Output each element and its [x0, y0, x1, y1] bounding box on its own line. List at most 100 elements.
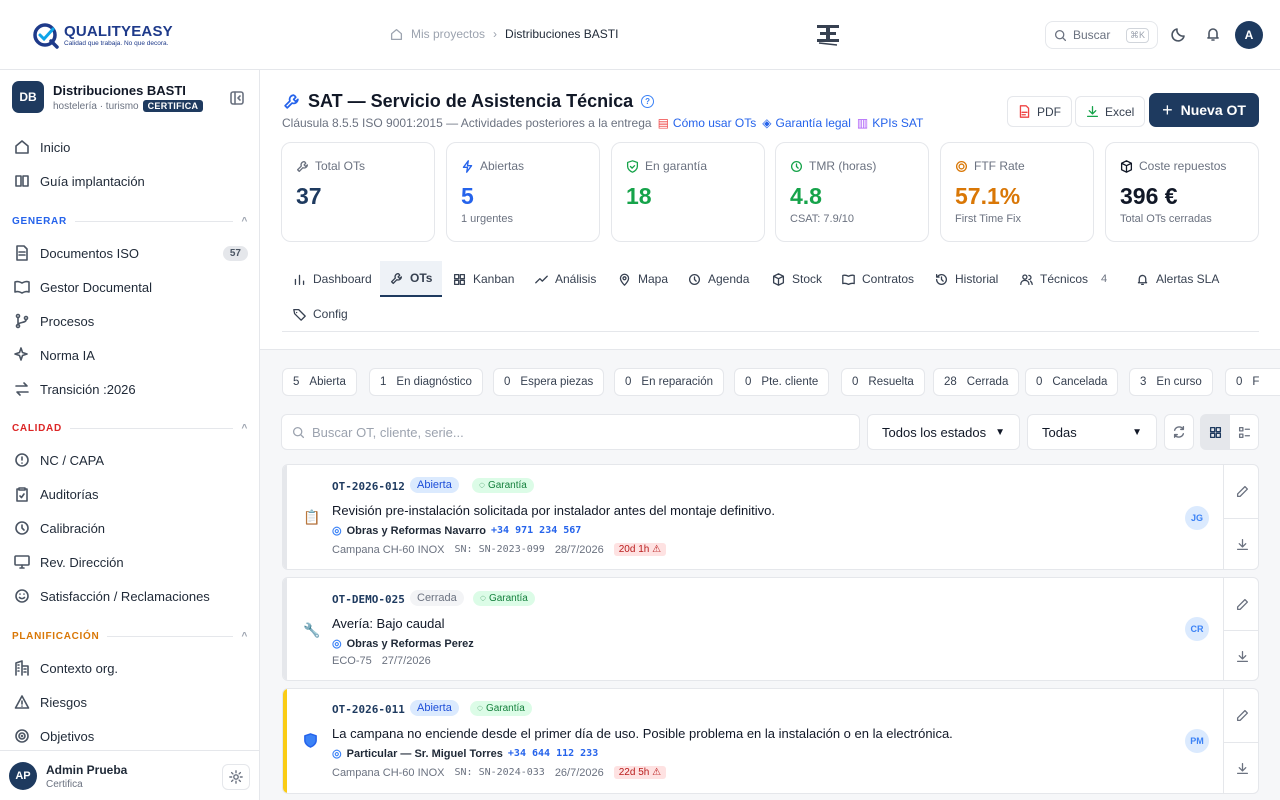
collapse-sidebar-icon[interactable]	[229, 90, 245, 106]
card-view-button[interactable]	[1200, 414, 1230, 450]
status-filter-select[interactable]: Todos los estados ▼	[867, 414, 1020, 450]
smile-icon	[15, 589, 29, 603]
sidebar-item-riesgos[interactable]: Riesgos	[12, 687, 248, 717]
breadcrumb: Mis proyectos › Distribuciones BASTI	[390, 27, 618, 41]
export-excel-button[interactable]: Excel	[1075, 96, 1146, 127]
sidebar-item-gestor[interactable]: Gestor Documental	[12, 272, 248, 302]
edit-button[interactable]	[1223, 465, 1258, 518]
status-chip-diagnostico[interactable]: 1 En diagnóstico	[369, 368, 483, 396]
section-calidad[interactable]: CALIDAD ^	[12, 423, 248, 434]
sidebar-item-guia[interactable]: Guía implantación	[12, 166, 248, 196]
sidebar-item-rev-direccion[interactable]: Rev. Dirección	[12, 547, 248, 577]
sidebar-item-contexto[interactable]: Contexto org.	[12, 653, 248, 683]
order-code[interactable]: OT-DEMO-025	[332, 593, 405, 606]
status-chip-resuelta[interactable]: 0 Resuelta	[841, 368, 925, 396]
download-button[interactable]	[1223, 518, 1258, 569]
client-phone[interactable]: +34 971 234 567	[491, 525, 581, 536]
sidebar-item-calibracion[interactable]: Calibración	[12, 513, 248, 543]
tab-kanban[interactable]: Kanban	[453, 261, 514, 297]
sidebar-item-inicio[interactable]: Inicio	[12, 132, 248, 162]
product: Campana CH-60 INOX	[332, 766, 445, 779]
org-switcher[interactable]: DB Distribuciones BASTI hostelería · tur…	[12, 81, 248, 117]
user-avatar[interactable]: AP	[9, 762, 37, 790]
page-title-text: SAT — Servicio de Asistencia Técnica	[308, 91, 634, 111]
sidebar-item-documentos[interactable]: Documentos ISO 57	[12, 238, 248, 268]
status-chip-more[interactable]: 0F	[1225, 368, 1280, 396]
order-card[interactable]: OT-2026-011 Abierta ◌ Garantía La campana…	[282, 688, 1259, 794]
status-chip-cancelada[interactable]: 0 Cancelada	[1025, 368, 1119, 396]
status-chip-cerrada[interactable]: 28 Cerrada	[933, 368, 1020, 396]
tab-tecnicos[interactable]: Técnicos 4	[1020, 261, 1107, 297]
kpi-link[interactable]: ▥ KPIs SAT	[857, 116, 923, 130]
sidebar-item-objetivos[interactable]: Objetivos	[12, 721, 248, 751]
moon-icon[interactable]	[1171, 26, 1187, 42]
tab-config[interactable]: Config	[293, 296, 348, 332]
new-order-button[interactable]: + Nueva OT	[1149, 93, 1259, 127]
tab-historial[interactable]: Historial	[935, 261, 998, 297]
bell-icon[interactable]	[1205, 26, 1221, 42]
tab-agenda[interactable]: Agenda	[688, 261, 749, 297]
building-icon	[15, 660, 29, 676]
tab-alertas-sla[interactable]: Alertas SLA	[1136, 261, 1219, 297]
download-button[interactable]	[1223, 630, 1258, 680]
tab-ots[interactable]: OTs	[380, 261, 443, 297]
sidebar-item-procesos[interactable]: Procesos	[12, 306, 248, 336]
type-filter-select[interactable]: Todas ▼	[1027, 414, 1157, 450]
page-header: SAT — Servicio de Asistencia Técnica ? C…	[260, 70, 1280, 350]
sidebar: DB Distribuciones BASTI hostelería · tur…	[0, 70, 260, 800]
sla-badge: 20d 1h ⚠	[613, 543, 667, 556]
status-chip-pte-cliente[interactable]: 0 Pte. cliente	[734, 368, 830, 396]
sidebar-item-auditorias[interactable]: Auditorías	[12, 479, 248, 509]
export-pdf-button[interactable]: PDF	[1007, 96, 1072, 127]
sidebar-item-label: Objetivos	[40, 728, 95, 744]
section-planificacion[interactable]: PLANIFICACIÓN ^	[12, 631, 248, 642]
help-icon[interactable]: ?	[641, 95, 655, 108]
lightning-icon	[462, 159, 473, 173]
order-code[interactable]: OT-2026-012	[332, 480, 405, 493]
sidebar-item-label: Documentos ISO	[40, 245, 139, 261]
edit-button[interactable]	[1223, 578, 1258, 630]
list-view-button[interactable]	[1229, 414, 1259, 450]
sidebar-item-transicion[interactable]: Transición :2026	[12, 374, 248, 404]
chip-label: Abierta	[309, 376, 346, 388]
status-chip-espera[interactable]: 0 Espera piezas	[493, 368, 605, 396]
legal-warranty-link[interactable]: ◈ Garantía legal	[762, 116, 851, 130]
status-chip-en-curso[interactable]: 3 En curso	[1129, 368, 1213, 396]
status-badge: Abierta	[410, 477, 459, 493]
section-generar[interactable]: GENERAR ^	[12, 216, 248, 227]
order-search-input[interactable]: Buscar OT, cliente, serie...	[281, 414, 860, 450]
technician-avatar[interactable]: JG	[1185, 506, 1209, 530]
tab-dashboard[interactable]: Dashboard	[293, 261, 372, 297]
status-chip-abierta[interactable]: 5 Abierta	[282, 368, 357, 396]
global-search-button[interactable]: Buscar ⌘K	[1045, 21, 1158, 49]
tab-analisis[interactable]: Análisis	[535, 261, 596, 297]
sidebar-item-satisfaccion[interactable]: Satisfacción / Reclamaciones	[12, 581, 248, 611]
warranty-label: Garantía	[487, 480, 527, 491]
client-phone[interactable]: +34 644 112 233	[508, 748, 598, 759]
tab-mapa[interactable]: Mapa	[618, 261, 668, 297]
tab-stock[interactable]: Stock	[772, 261, 822, 297]
shield-icon: ◈	[762, 116, 772, 130]
user-avatar[interactable]: A	[1235, 21, 1263, 49]
edit-button[interactable]	[1223, 689, 1258, 742]
how-to-use-link[interactable]: ▤ Cómo usar OTs	[658, 116, 757, 130]
sidebar-item-norma-ia[interactable]: Norma IA	[12, 340, 248, 370]
technician-avatar[interactable]: PM	[1185, 729, 1209, 753]
breadcrumb-root[interactable]: Mis proyectos	[411, 27, 485, 41]
document-count-badge: 57	[222, 245, 248, 261]
tab-contratos[interactable]: Contratos	[842, 261, 914, 297]
brand-logo[interactable]: QUALITYEASY Calidad que trabaja. No que …	[32, 22, 173, 50]
technician-avatar[interactable]: CR	[1185, 617, 1209, 641]
list-icon	[1238, 426, 1250, 438]
settings-button[interactable]	[222, 764, 250, 790]
chevron-up-icon: ^	[241, 631, 248, 642]
status-chip-reparacion[interactable]: 0 En reparación	[614, 368, 725, 396]
download-button[interactable]	[1223, 742, 1258, 793]
home-icon	[390, 28, 403, 40]
kpi-label: Total OTs	[296, 159, 365, 173]
order-card[interactable]: 🔧 OT-DEMO-025 Cerrada ◌ Garantía Avería: …	[282, 577, 1259, 681]
sidebar-item-nc-capa[interactable]: NC / CAPA	[12, 445, 248, 475]
refresh-button[interactable]	[1164, 414, 1194, 450]
order-card[interactable]: 📋 OT-2026-012 Abierta ◌ Garantía Revisión…	[282, 464, 1259, 570]
order-code[interactable]: OT-2026-011	[332, 703, 405, 716]
